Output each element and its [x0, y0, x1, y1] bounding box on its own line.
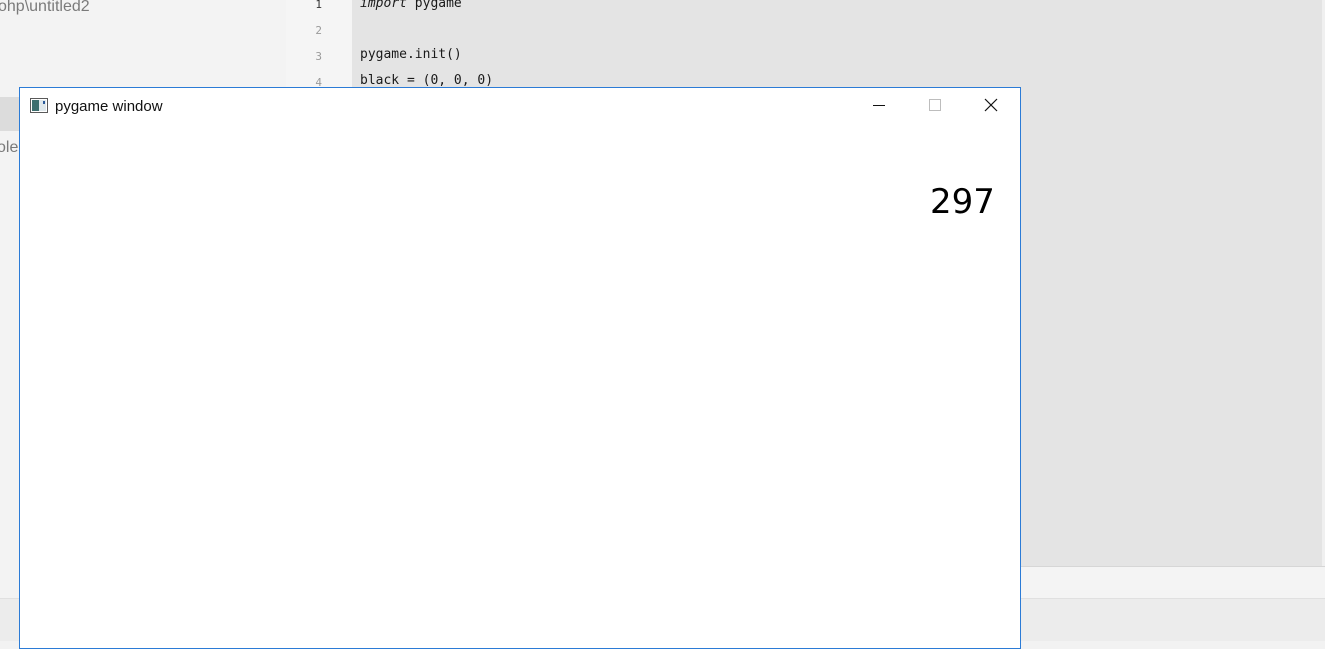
code-text: pygame.init(): [360, 47, 462, 62]
console-label[interactable]: ole: [0, 139, 18, 157]
code-text: black = (0, 0, 0): [360, 73, 494, 88]
close-icon: [984, 98, 998, 117]
minimize-button[interactable]: [851, 88, 907, 126]
line-number: 3: [315, 50, 322, 63]
code-line[interactable]: pygame.init(): [360, 47, 462, 62]
code-keyword: import: [360, 0, 407, 11]
code-text: pygame: [406, 0, 462, 11]
window-title: pygame window: [55, 98, 163, 115]
minimize-icon: [873, 98, 885, 116]
code-line[interactable]: import pygame: [360, 0, 462, 11]
project-path[interactable]: ohp\untitled2: [0, 0, 90, 16]
line-number: 1: [315, 0, 322, 11]
editor-bottom-bar: [1021, 566, 1325, 599]
close-button[interactable]: [963, 88, 1019, 126]
line-number: 2: [315, 24, 322, 37]
maximize-button[interactable]: [907, 88, 963, 126]
game-canvas[interactable]: 297: [20, 126, 1020, 648]
pygame-app-icon: [30, 98, 48, 113]
window-titlebar[interactable]: pygame window: [20, 88, 1020, 126]
score-display: 297: [930, 182, 995, 222]
pygame-window[interactable]: pygame window 297: [19, 87, 1021, 649]
code-line[interactable]: black = (0, 0, 0): [360, 73, 493, 88]
maximize-icon: [929, 98, 941, 116]
